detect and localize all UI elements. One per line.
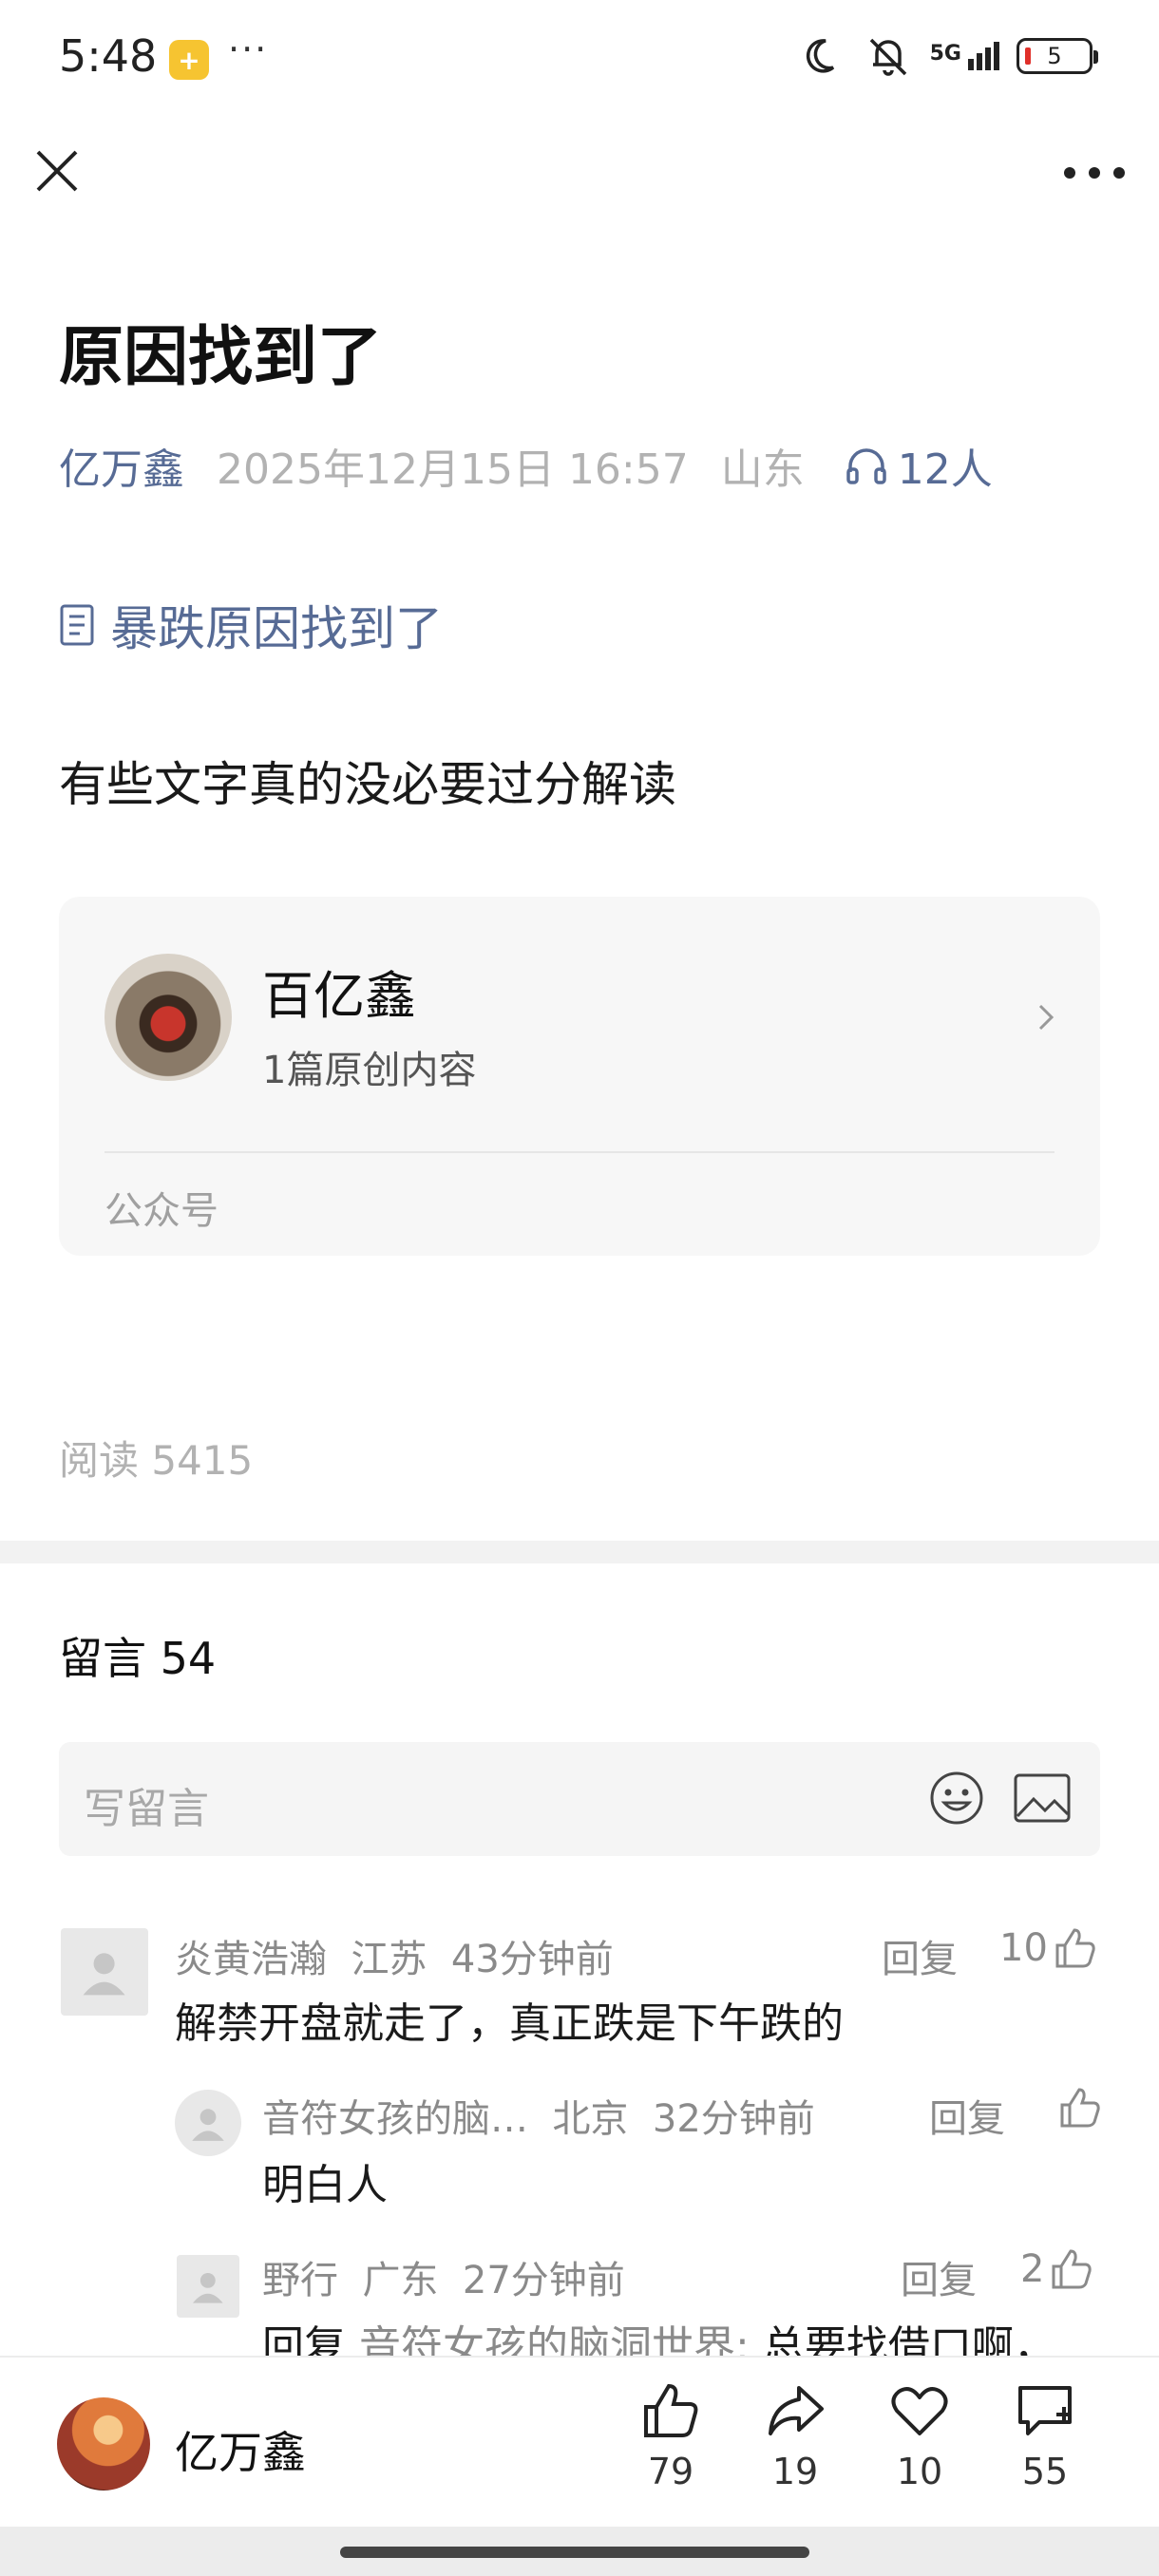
comment-author[interactable]: 炎黄浩瀚 — [175, 1938, 327, 1981]
account-avatar — [104, 954, 232, 1081]
silent-bell-icon — [869, 38, 906, 76]
comment-text: 解禁开盘就走了，真正跌是下午跌的 — [175, 1999, 844, 2048]
like-count: 79 — [647, 2451, 694, 2492]
like-action[interactable]: 79 — [628, 2380, 713, 2492]
reply-button[interactable]: 回复 — [929, 2088, 1005, 2143]
status-time: 5:48 — [59, 30, 158, 82]
chevron-right-icon — [1038, 1004, 1054, 1031]
thumbs-up-icon — [1060, 2088, 1100, 2128]
comment-action[interactable]: 55 — [1002, 2380, 1088, 2492]
reply-avatar[interactable] — [177, 2255, 239, 2318]
like-button[interactable] — [1053, 2086, 1102, 2130]
author-avatar[interactable] — [57, 2397, 150, 2491]
signal-icon: 5G — [930, 42, 999, 70]
commenter-avatar[interactable] — [61, 1928, 148, 2016]
listen-button[interactable]: 12人 — [845, 435, 993, 496]
user-placeholder-icon — [83, 1953, 126, 1996]
favorite-action[interactable]: 10 — [877, 2380, 962, 2492]
author-name[interactable]: 亿万鑫 — [175, 2418, 306, 2481]
author-link[interactable]: 亿万鑫 — [59, 435, 184, 496]
notification-app-icon: + — [169, 40, 209, 80]
comment-add-icon — [1018, 2386, 1072, 2435]
favorite-count: 10 — [896, 2451, 943, 2492]
account-card[interactable]: 百亿鑫 1篇原创内容 公众号 — [59, 897, 1100, 1256]
reply-location: 广东 — [362, 2259, 439, 2302]
topic-tag-label: 暴跌原因找到了 — [110, 601, 443, 656]
reply-meta: 音符女孩的脑… 北京 32分钟前 — [262, 2088, 815, 2143]
battery-icon: 5 — [1016, 38, 1098, 74]
close-icon[interactable] — [34, 148, 80, 194]
thumbs-up-icon — [1055, 1928, 1095, 1968]
headphones-icon — [846, 448, 886, 484]
comment-time: 43分钟前 — [450, 1938, 614, 1981]
comments-title: 留言 54 — [59, 1633, 217, 1684]
publish-location: 山东 — [720, 445, 805, 494]
moon-icon — [806, 39, 834, 73]
account-name: 百亿鑫 — [262, 966, 416, 1026]
comment-count: 55 — [1021, 2451, 1069, 2492]
reply-location: 北京 — [552, 2097, 629, 2141]
reply-time: 27分钟前 — [462, 2259, 625, 2302]
bottom-action-bar: 亿万鑫 79 19 10 55 — [0, 2356, 1159, 2529]
thumbs-up-icon — [644, 2383, 698, 2437]
more-notifications-icon: ··· — [228, 28, 269, 70]
divider — [104, 1151, 1054, 1153]
heart-icon — [891, 2387, 948, 2435]
reply-button[interactable]: 回复 — [882, 1928, 958, 1983]
share-count: 19 — [771, 2451, 819, 2492]
article-body: 有些文字真的没必要过分解读 — [59, 757, 676, 812]
comment-location: 江苏 — [351, 1938, 428, 1981]
like-count: 2 — [1020, 2247, 1045, 2291]
image-icon[interactable] — [1013, 1772, 1072, 1824]
user-placeholder-icon — [192, 2109, 224, 2141]
document-icon — [60, 604, 94, 646]
publish-date: 2025年12月15日 16:57 — [217, 445, 689, 494]
network-label: 5G — [929, 42, 961, 66]
comment-input-placeholder: 写留言 — [84, 1785, 209, 1833]
section-divider — [0, 1541, 1159, 1563]
emoji-icon[interactable] — [929, 1771, 984, 1826]
article-title: 原因找到了 — [59, 320, 383, 395]
account-type: 公众号 — [104, 1189, 218, 1233]
home-indicator[interactable] — [340, 2547, 809, 2558]
comment-input[interactable]: 写留言 — [59, 1742, 1100, 1856]
reply-author[interactable]: 音符女孩的脑… — [262, 2097, 528, 2141]
account-original-count: 1篇原创内容 — [262, 1049, 477, 1092]
listener-count: 12人 — [897, 445, 993, 494]
article-meta: 亿万鑫 2025年12月15日 16:57 山东 12人 — [59, 435, 993, 496]
topic-tag[interactable]: 暴跌原因找到了 — [59, 591, 443, 659]
like-button[interactable]: 10 — [999, 1926, 1097, 1970]
reply-meta: 野行 广东 27分钟前 — [262, 2249, 625, 2304]
thumbs-up-icon — [1052, 2249, 1092, 2289]
reply-time: 32分钟前 — [652, 2097, 815, 2141]
like-count: 10 — [999, 1926, 1048, 1970]
battery-level: 5 — [1047, 43, 1062, 69]
share-action[interactable]: 19 — [752, 2380, 838, 2492]
comment-meta: 炎黄浩瀚 江苏 43分钟前 — [175, 1928, 614, 1983]
share-icon — [769, 2386, 824, 2435]
more-options-button[interactable] — [1064, 160, 1125, 186]
read-count: 阅读 5415 — [59, 1437, 254, 1484]
reply-author[interactable]: 野行 — [262, 2259, 338, 2302]
user-placeholder-icon — [193, 2273, 223, 2303]
status-icons: 5G 5 — [805, 34, 1098, 78]
reply-text: 明白人 — [262, 2161, 388, 2209]
reply-avatar[interactable] — [175, 2090, 241, 2156]
like-button[interactable]: 2 — [1020, 2247, 1093, 2291]
reply-button[interactable]: 回复 — [901, 2249, 977, 2304]
